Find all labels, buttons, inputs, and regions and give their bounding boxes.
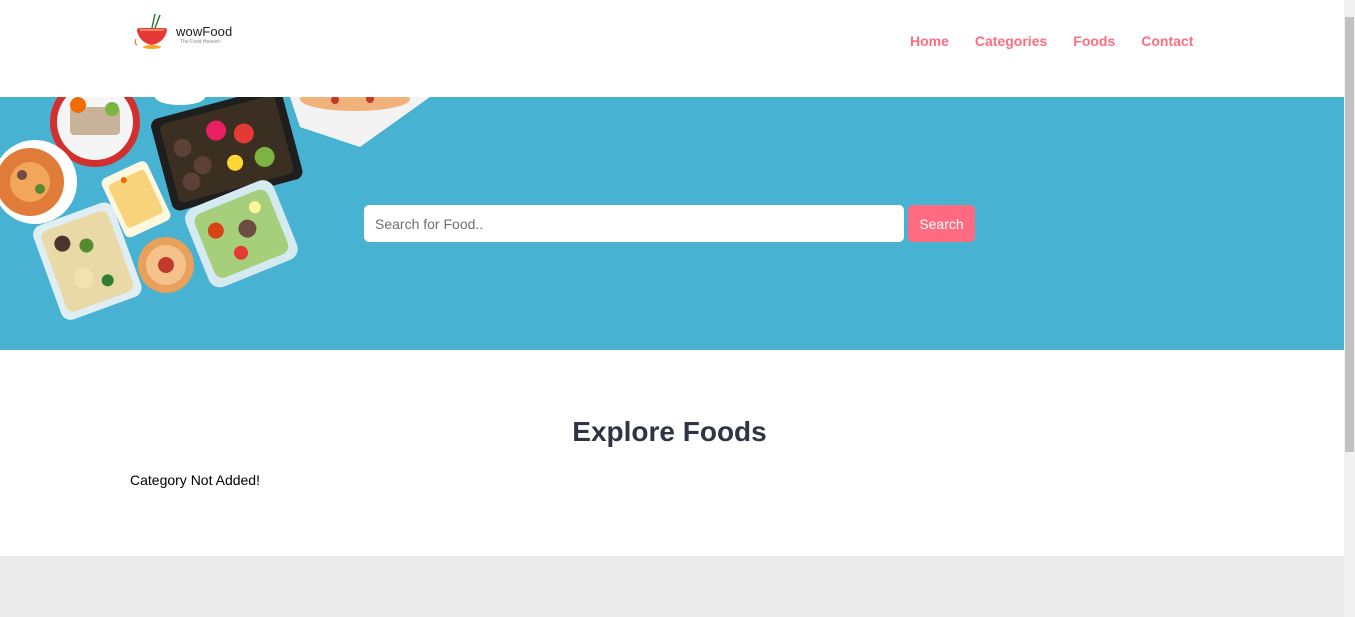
nav-link-foods[interactable]: Foods [1073, 33, 1115, 49]
nav-link-contact[interactable]: Contact [1141, 33, 1193, 49]
nav-link-categories[interactable]: Categories [975, 33, 1047, 49]
vertical-scrollbar[interactable] [1344, 0, 1355, 617]
section-title: Explore Foods [572, 416, 767, 447]
food-search-hero: Search [0, 97, 1344, 350]
scrollbar-thumb[interactable] [1345, 17, 1354, 452]
logo-name: wowFood [176, 24, 233, 39]
search-button[interactable]: Search [908, 205, 975, 242]
page: wowFood The Food Heaven Home Categories … [0, 0, 1344, 617]
explore-foods-section: Explore Foods Category Not Added! [0, 350, 1344, 556]
nav-link-home[interactable]: Home [910, 33, 949, 49]
main-nav: Home Categories Foods Contact [910, 33, 1219, 49]
logo-tagline: The Food Heaven [180, 39, 221, 45]
empty-category-message: Category Not Added! [130, 472, 260, 488]
food-bowl-logo-icon [134, 13, 167, 49]
search-input[interactable] [364, 205, 904, 242]
site-header: wowFood The Food Heaven Home Categories … [0, 0, 1344, 97]
logo-link[interactable]: wowFood The Food Heaven [134, 12, 244, 54]
